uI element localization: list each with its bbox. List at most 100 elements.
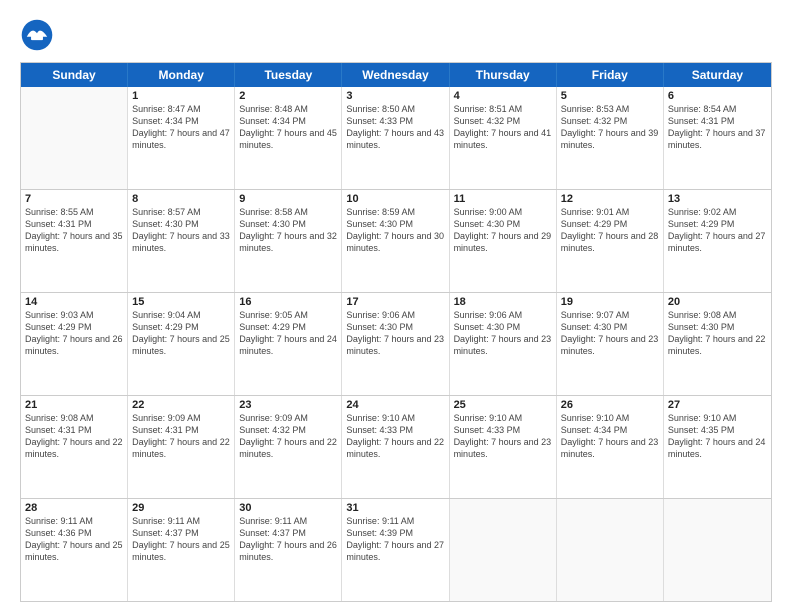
day-info: Sunrise: 8:48 AM Sunset: 4:34 PM Dayligh… <box>239 103 337 152</box>
day-cell: 7Sunrise: 8:55 AM Sunset: 4:31 PM Daylig… <box>21 190 128 292</box>
day-number: 22 <box>132 399 230 411</box>
day-number: 29 <box>132 502 230 514</box>
day-info: Sunrise: 9:11 AM Sunset: 4:37 PM Dayligh… <box>132 515 230 564</box>
week-row-1: 1Sunrise: 8:47 AM Sunset: 4:34 PM Daylig… <box>21 87 771 189</box>
day-cell: 19Sunrise: 9:07 AM Sunset: 4:30 PM Dayli… <box>557 293 664 395</box>
day-number: 23 <box>239 399 337 411</box>
day-number: 8 <box>132 193 230 205</box>
day-cell: 28Sunrise: 9:11 AM Sunset: 4:36 PM Dayli… <box>21 499 128 601</box>
day-info: Sunrise: 9:07 AM Sunset: 4:30 PM Dayligh… <box>561 309 659 358</box>
day-header-tuesday: Tuesday <box>235 63 342 87</box>
day-info: Sunrise: 9:08 AM Sunset: 4:31 PM Dayligh… <box>25 412 123 461</box>
day-cell: 14Sunrise: 9:03 AM Sunset: 4:29 PM Dayli… <box>21 293 128 395</box>
day-number: 25 <box>454 399 552 411</box>
day-number: 13 <box>668 193 767 205</box>
day-headers: SundayMondayTuesdayWednesdayThursdayFrid… <box>21 63 771 87</box>
day-number: 30 <box>239 502 337 514</box>
week-row-5: 28Sunrise: 9:11 AM Sunset: 4:36 PM Dayli… <box>21 498 771 601</box>
day-number: 20 <box>668 296 767 308</box>
logo <box>20 18 62 52</box>
day-cell: 3Sunrise: 8:50 AM Sunset: 4:33 PM Daylig… <box>342 87 449 189</box>
day-cell: 21Sunrise: 9:08 AM Sunset: 4:31 PM Dayli… <box>21 396 128 498</box>
calendar-page: SundayMondayTuesdayWednesdayThursdayFrid… <box>0 0 792 612</box>
day-cell: 17Sunrise: 9:06 AM Sunset: 4:30 PM Dayli… <box>342 293 449 395</box>
day-info: Sunrise: 9:11 AM Sunset: 4:39 PM Dayligh… <box>346 515 444 564</box>
day-info: Sunrise: 8:55 AM Sunset: 4:31 PM Dayligh… <box>25 206 123 255</box>
day-cell: 18Sunrise: 9:06 AM Sunset: 4:30 PM Dayli… <box>450 293 557 395</box>
day-info: Sunrise: 8:57 AM Sunset: 4:30 PM Dayligh… <box>132 206 230 255</box>
day-cell: 30Sunrise: 9:11 AM Sunset: 4:37 PM Dayli… <box>235 499 342 601</box>
day-info: Sunrise: 9:10 AM Sunset: 4:35 PM Dayligh… <box>668 412 767 461</box>
day-info: Sunrise: 9:10 AM Sunset: 4:34 PM Dayligh… <box>561 412 659 461</box>
day-info: Sunrise: 8:51 AM Sunset: 4:32 PM Dayligh… <box>454 103 552 152</box>
day-number: 27 <box>668 399 767 411</box>
day-cell: 31Sunrise: 9:11 AM Sunset: 4:39 PM Dayli… <box>342 499 449 601</box>
day-number: 31 <box>346 502 444 514</box>
day-cell: 10Sunrise: 8:59 AM Sunset: 4:30 PM Dayli… <box>342 190 449 292</box>
day-cell: 29Sunrise: 9:11 AM Sunset: 4:37 PM Dayli… <box>128 499 235 601</box>
day-number: 28 <box>25 502 123 514</box>
day-number: 11 <box>454 193 552 205</box>
day-number: 17 <box>346 296 444 308</box>
day-number: 2 <box>239 90 337 102</box>
day-header-monday: Monday <box>128 63 235 87</box>
day-info: Sunrise: 9:09 AM Sunset: 4:31 PM Dayligh… <box>132 412 230 461</box>
day-cell: 11Sunrise: 9:00 AM Sunset: 4:30 PM Dayli… <box>450 190 557 292</box>
day-number: 6 <box>668 90 767 102</box>
day-cell: 8Sunrise: 8:57 AM Sunset: 4:30 PM Daylig… <box>128 190 235 292</box>
day-cell <box>21 87 128 189</box>
day-number: 26 <box>561 399 659 411</box>
day-cell: 23Sunrise: 9:09 AM Sunset: 4:32 PM Dayli… <box>235 396 342 498</box>
day-cell: 6Sunrise: 8:54 AM Sunset: 4:31 PM Daylig… <box>664 87 771 189</box>
day-info: Sunrise: 9:06 AM Sunset: 4:30 PM Dayligh… <box>346 309 444 358</box>
day-info: Sunrise: 9:11 AM Sunset: 4:36 PM Dayligh… <box>25 515 123 564</box>
day-info: Sunrise: 8:53 AM Sunset: 4:32 PM Dayligh… <box>561 103 659 152</box>
day-number: 12 <box>561 193 659 205</box>
day-number: 10 <box>346 193 444 205</box>
day-header-sunday: Sunday <box>21 63 128 87</box>
day-cell: 15Sunrise: 9:04 AM Sunset: 4:29 PM Dayli… <box>128 293 235 395</box>
day-number: 18 <box>454 296 552 308</box>
day-number: 3 <box>346 90 444 102</box>
day-info: Sunrise: 9:05 AM Sunset: 4:29 PM Dayligh… <box>239 309 337 358</box>
day-cell: 20Sunrise: 9:08 AM Sunset: 4:30 PM Dayli… <box>664 293 771 395</box>
day-number: 19 <box>561 296 659 308</box>
day-info: Sunrise: 9:10 AM Sunset: 4:33 PM Dayligh… <box>454 412 552 461</box>
day-number: 24 <box>346 399 444 411</box>
day-info: Sunrise: 9:02 AM Sunset: 4:29 PM Dayligh… <box>668 206 767 255</box>
day-info: Sunrise: 9:04 AM Sunset: 4:29 PM Dayligh… <box>132 309 230 358</box>
day-info: Sunrise: 9:10 AM Sunset: 4:33 PM Dayligh… <box>346 412 444 461</box>
day-number: 9 <box>239 193 337 205</box>
day-info: Sunrise: 9:06 AM Sunset: 4:30 PM Dayligh… <box>454 309 552 358</box>
day-cell: 26Sunrise: 9:10 AM Sunset: 4:34 PM Dayli… <box>557 396 664 498</box>
day-info: Sunrise: 9:09 AM Sunset: 4:32 PM Dayligh… <box>239 412 337 461</box>
day-info: Sunrise: 8:59 AM Sunset: 4:30 PM Dayligh… <box>346 206 444 255</box>
day-header-wednesday: Wednesday <box>342 63 449 87</box>
day-info: Sunrise: 8:54 AM Sunset: 4:31 PM Dayligh… <box>668 103 767 152</box>
header <box>20 18 772 52</box>
day-cell: 24Sunrise: 9:10 AM Sunset: 4:33 PM Dayli… <box>342 396 449 498</box>
day-cell: 1Sunrise: 8:47 AM Sunset: 4:34 PM Daylig… <box>128 87 235 189</box>
day-cell: 12Sunrise: 9:01 AM Sunset: 4:29 PM Dayli… <box>557 190 664 292</box>
day-cell <box>557 499 664 601</box>
day-cell: 9Sunrise: 8:58 AM Sunset: 4:30 PM Daylig… <box>235 190 342 292</box>
day-number: 16 <box>239 296 337 308</box>
day-info: Sunrise: 9:01 AM Sunset: 4:29 PM Dayligh… <box>561 206 659 255</box>
day-cell: 4Sunrise: 8:51 AM Sunset: 4:32 PM Daylig… <box>450 87 557 189</box>
day-cell: 27Sunrise: 9:10 AM Sunset: 4:35 PM Dayli… <box>664 396 771 498</box>
day-info: Sunrise: 9:00 AM Sunset: 4:30 PM Dayligh… <box>454 206 552 255</box>
day-info: Sunrise: 9:03 AM Sunset: 4:29 PM Dayligh… <box>25 309 123 358</box>
day-cell <box>450 499 557 601</box>
day-number: 7 <box>25 193 123 205</box>
week-row-3: 14Sunrise: 9:03 AM Sunset: 4:29 PM Dayli… <box>21 292 771 395</box>
day-number: 15 <box>132 296 230 308</box>
day-info: Sunrise: 9:08 AM Sunset: 4:30 PM Dayligh… <box>668 309 767 358</box>
day-info: Sunrise: 8:47 AM Sunset: 4:34 PM Dayligh… <box>132 103 230 152</box>
day-number: 1 <box>132 90 230 102</box>
week-row-4: 21Sunrise: 9:08 AM Sunset: 4:31 PM Dayli… <box>21 395 771 498</box>
day-header-thursday: Thursday <box>450 63 557 87</box>
day-info: Sunrise: 9:11 AM Sunset: 4:37 PM Dayligh… <box>239 515 337 564</box>
day-cell: 2Sunrise: 8:48 AM Sunset: 4:34 PM Daylig… <box>235 87 342 189</box>
calendar-body: 1Sunrise: 8:47 AM Sunset: 4:34 PM Daylig… <box>21 87 771 601</box>
day-cell: 22Sunrise: 9:09 AM Sunset: 4:31 PM Dayli… <box>128 396 235 498</box>
